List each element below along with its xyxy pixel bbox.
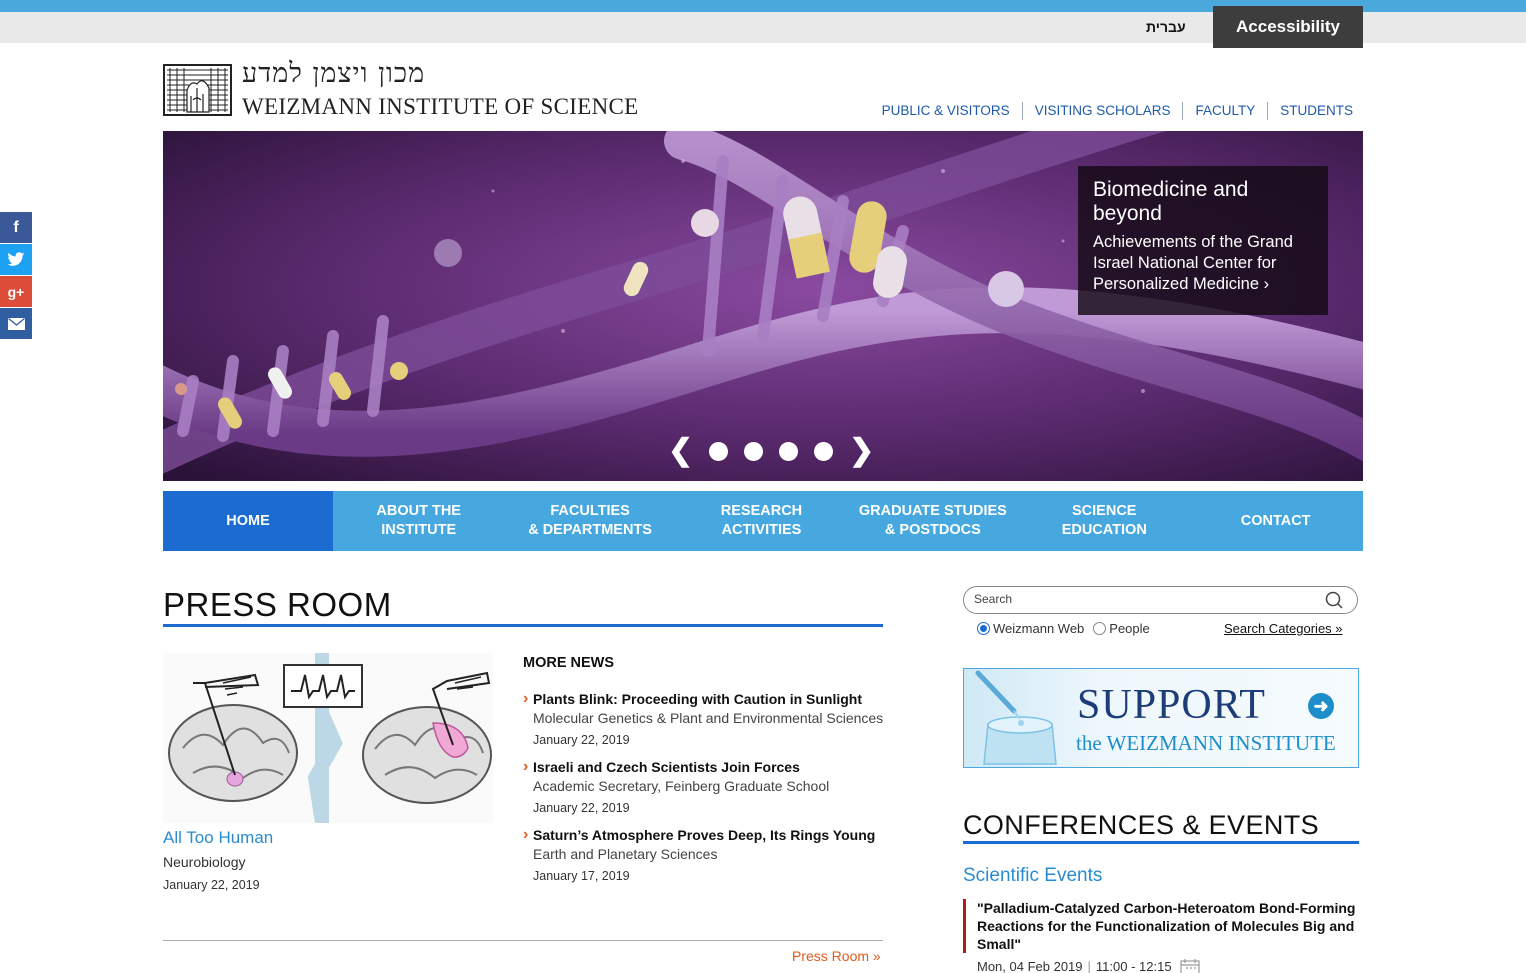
main-nav-graduate-line1: GRADUATE STUDIES	[858, 503, 1007, 519]
main-nav-contact-label: CONTACT	[1240, 512, 1311, 529]
radio-people[interactable]	[1093, 622, 1107, 635]
feature-news-title[interactable]: All Too Human	[163, 828, 273, 848]
hero-title: Biomedicine and beyond	[1093, 178, 1249, 225]
arrow-right-circle-icon[interactable]: ➜	[1308, 693, 1334, 719]
radio-people-label: People	[1109, 621, 1150, 636]
news-category: Earth and Planetary Sciences	[533, 846, 718, 862]
carousel-dot-1[interactable]	[709, 441, 729, 461]
feature-news-category: Neurobiology	[163, 854, 246, 870]
pipette-illustration	[975, 670, 1057, 765]
support-banner[interactable]: SUPPORT the WEIZMANN INSTITUTE ➜	[963, 668, 1359, 768]
email-icon[interactable]	[0, 308, 32, 339]
carousel-dot-3[interactable]	[779, 441, 799, 461]
main-nav-science-line1: SCIENCE	[1072, 503, 1137, 519]
main-nav-contact[interactable]: CONTACT	[1190, 491, 1361, 551]
nav-students[interactable]: STUDENTS	[1267, 102, 1363, 120]
main-nav-about[interactable]: ABOUT THE INSTITUTE	[333, 491, 504, 551]
carousel-dot-2[interactable]	[744, 441, 764, 461]
search-input[interactable]	[974, 592, 1314, 606]
more-news-list: Plants Blink: Proceeding with Caution in…	[523, 689, 893, 894]
social-share-bar: f g+	[0, 212, 32, 340]
radio-weizmann-web-label: Weizmann Web	[993, 621, 1085, 636]
main-nav-about-line1: ABOUT THE	[376, 503, 461, 519]
hero-link[interactable]: Achievements of the Grand Israel Nationa…	[1093, 232, 1313, 295]
logo-english-wordmark[interactable]: WEIZMANN INSTITUTE OF SCIENCE	[242, 94, 638, 120]
event-meta: Mon, 04 Feb 2019 | 11:00 - 12:15	[977, 958, 1202, 973]
search-icon[interactable]	[1325, 591, 1343, 609]
calendar-icon[interactable]	[1179, 958, 1202, 973]
news-date: January 22, 2019	[533, 801, 630, 815]
accessibility-button[interactable]: Accessibility	[1213, 6, 1363, 48]
news-category: Academic Secretary, Feinberg Graduate Sc…	[533, 778, 830, 794]
news-category: Molecular Genetics & Plant and Environme…	[533, 710, 884, 726]
radio-weizmann-web[interactable]	[977, 622, 990, 635]
more-news-heading: MORE NEWS	[523, 655, 615, 671]
feature-news-image[interactable]	[163, 653, 493, 823]
news-title[interactable]: Saturn’s Atmosphere Proves Deep, Its Rin…	[523, 825, 893, 845]
hero-caption-box: Biomedicine and beyond Achievements of t…	[1078, 166, 1328, 315]
news-title[interactable]: Israeli and Czech Scientists Join Forces	[523, 757, 893, 777]
main-nav-science-education[interactable]: SCIENCE EDUCATION	[1019, 491, 1190, 551]
carousel-controls: ❮ ❯	[668, 436, 874, 466]
nav-faculty[interactable]: FACULTY	[1182, 102, 1267, 120]
main-nav-research-line2: ACTIVITIES	[721, 522, 802, 538]
main-nav-home-label: HOME	[226, 512, 270, 529]
nav-public-visitors[interactable]: PUBLIC & VISITORS	[870, 102, 1022, 120]
search-scope-weizmann-web[interactable]: Weizmann Web	[977, 621, 1084, 636]
hero-carousel[interactable]: Biomedicine and beyond Achievements of t…	[163, 131, 1363, 481]
event-meta-separator: |	[1087, 958, 1091, 973]
event-date: Mon, 04 Feb 2019	[977, 958, 1083, 973]
main-nav-research[interactable]: RESEARCH ACTIVITIES	[676, 491, 847, 551]
press-room-heading: PRESS ROOM	[163, 586, 392, 623]
facebook-icon[interactable]: f	[0, 212, 32, 243]
audience-nav: PUBLIC & VISITORS VISITING SCHOLARS FACU…	[870, 102, 1363, 120]
nav-visiting-scholars[interactable]: VISITING SCHOLARS	[1021, 102, 1183, 120]
search-scope-options: Weizmann Web People	[977, 621, 1159, 636]
main-nav-about-line2: INSTITUTE	[381, 522, 457, 538]
conferences-heading: CONFERENCES & EVENTS	[963, 810, 1320, 840]
chevron-right-icon[interactable]: ❯	[849, 436, 874, 466]
main-nav-home[interactable]: HOME	[163, 491, 333, 551]
search-box	[963, 586, 1358, 614]
carousel-dot-4[interactable]	[814, 441, 834, 461]
event-title[interactable]: "Palladium-Catalyzed Carbon-Heteroatom B…	[977, 899, 1359, 953]
main-nav-faculties-line2: & DEPARTMENTS	[528, 522, 652, 538]
main-nav: HOME ABOUT THE INSTITUTE FACULTIES & DEPAR…	[163, 491, 1363, 551]
support-subtitle: the WEIZMANN INSTITUTE	[1076, 731, 1336, 755]
search-categories-link[interactable]: Search Categories »	[1224, 621, 1343, 636]
news-date: January 22, 2019	[533, 733, 630, 747]
press-room-link[interactable]: Press Room »	[792, 948, 881, 964]
search-scope-people[interactable]: People	[1093, 621, 1150, 636]
institute-emblem-icon[interactable]	[163, 64, 232, 116]
chevron-left-icon[interactable]: ❮	[668, 436, 693, 466]
twitter-icon[interactable]	[0, 244, 32, 275]
press-room-bottom-divider	[163, 940, 883, 941]
main-nav-graduate-line2: & POSTDOCS	[884, 522, 981, 538]
main-nav-graduate[interactable]: GRADUATE STUDIES & POSTDOCS	[847, 491, 1018, 551]
support-title: SUPPORT	[1077, 682, 1266, 728]
news-date: January 17, 2019	[533, 869, 630, 883]
list-item: Saturn’s Atmosphere Proves Deep, Its Rin…	[523, 825, 893, 885]
feature-news-date: January 22, 2019	[163, 878, 260, 892]
news-title[interactable]: Plants Blink: Proceeding with Caution in…	[523, 689, 893, 709]
main-nav-research-line1: RESEARCH	[720, 503, 803, 519]
scientific-events-link[interactable]: Scientific Events	[963, 865, 1102, 887]
google-plus-icon[interactable]: g+	[0, 276, 32, 307]
list-item: Plants Blink: Proceeding with Caution in…	[523, 689, 893, 749]
main-nav-faculties[interactable]: FACULTIES & DEPARTMENTS	[504, 491, 675, 551]
hebrew-language-link[interactable]: עברית	[1146, 19, 1186, 35]
press-room-divider	[163, 624, 883, 627]
event-item: "Palladium-Catalyzed Carbon-Heteroatom B…	[963, 899, 1359, 953]
list-item: Israeli and Czech Scientists Join Forces…	[523, 757, 893, 817]
logo-hebrew-wordmark[interactable]: מכון ויצמן למדע	[242, 58, 425, 89]
event-time: 11:00 - 12:15	[1095, 958, 1172, 973]
conferences-divider	[963, 841, 1359, 844]
main-nav-faculties-line1: FACULTIES	[550, 503, 630, 519]
main-nav-science-line2: EDUCATION	[1061, 522, 1147, 538]
